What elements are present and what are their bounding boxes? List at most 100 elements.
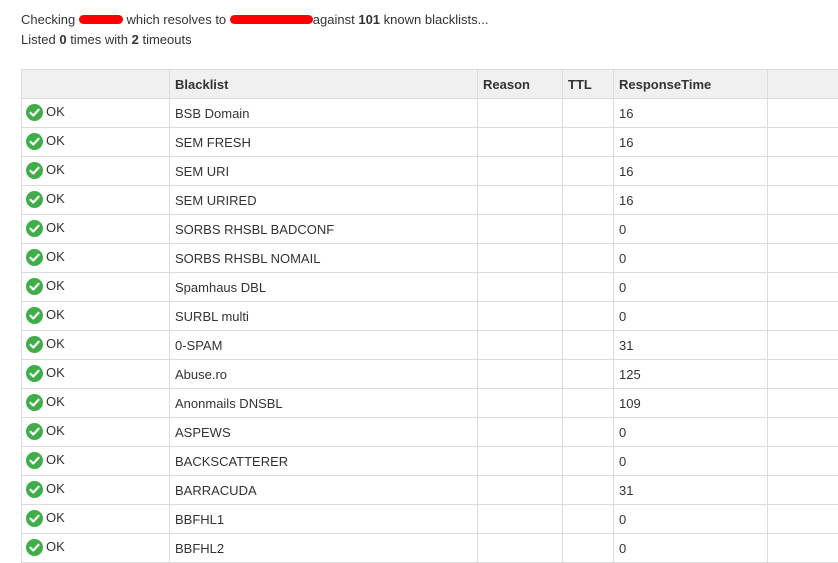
status-cell: OK: [22, 505, 170, 534]
extra-cell: [768, 244, 838, 273]
timeouts-text: timeouts: [142, 32, 191, 47]
blacklist-cell: SEM FRESH: [170, 128, 478, 157]
response-time-cell: 0: [614, 215, 768, 244]
response-time-cell: 0: [614, 302, 768, 331]
status-label: OK: [46, 307, 65, 322]
reason-cell: [478, 244, 563, 273]
status-cell: OK: [22, 302, 170, 331]
checking-line: Checking which resolves to against 101 k…: [21, 10, 488, 30]
blacklist-cell: Anonmails DNSBL: [170, 389, 478, 418]
extra-cell: [768, 534, 838, 563]
check-circle-icon: [26, 133, 43, 150]
table-row: OKASPEWS0: [22, 418, 838, 447]
column-header-ttl: TTL: [563, 70, 614, 99]
response-time-cell: 0: [614, 244, 768, 273]
reason-cell: [478, 302, 563, 331]
reason-cell: [478, 389, 563, 418]
ttl-cell: [563, 476, 614, 505]
status-cell: OK: [22, 331, 170, 360]
ttl-cell: [563, 99, 614, 128]
ttl-cell: [563, 534, 614, 563]
blacklist-cell: ASPEWS: [170, 418, 478, 447]
checking-prefix: Checking: [21, 12, 75, 27]
table-row: OKAnonmails DNSBL109: [22, 389, 838, 418]
status-cell: OK: [22, 157, 170, 186]
blacklist-cell: SEM URI: [170, 157, 478, 186]
status-cell: OK: [22, 99, 170, 128]
check-circle-icon: [26, 365, 43, 382]
blacklist-cell: BSB Domain: [170, 99, 478, 128]
column-header-status: [22, 70, 170, 99]
check-circle-icon: [26, 423, 43, 440]
extra-cell: [768, 273, 838, 302]
check-circle-icon: [26, 394, 43, 411]
check-circle-icon: [26, 191, 43, 208]
status-label: OK: [46, 104, 65, 119]
table-row: OKSORBS RHSBL NOMAIL0: [22, 244, 838, 273]
status-cell: OK: [22, 447, 170, 476]
status-cell: OK: [22, 215, 170, 244]
ttl-cell: [563, 360, 614, 389]
check-circle-icon: [26, 307, 43, 324]
status-label: OK: [46, 394, 65, 409]
table-row: OKSEM FRESH16: [22, 128, 838, 157]
check-circle-icon: [26, 220, 43, 237]
extra-cell: [768, 186, 838, 215]
blacklist-cell: SORBS RHSBL BADCONF: [170, 215, 478, 244]
reason-cell: [478, 534, 563, 563]
check-circle-icon: [26, 481, 43, 498]
column-header-blacklist: Blacklist: [170, 70, 478, 99]
times-with-text: times with: [70, 32, 128, 47]
known-blacklists-text: known blacklists...: [384, 12, 489, 27]
table-row: OKAbuse.ro125: [22, 360, 838, 389]
status-cell: OK: [22, 244, 170, 273]
check-circle-icon: [26, 452, 43, 469]
extra-cell: [768, 302, 838, 331]
response-time-cell: 0: [614, 534, 768, 563]
status-label: OK: [46, 452, 65, 467]
table-row: OKSpamhaus DBL0: [22, 273, 838, 302]
check-summary: Checking which resolves to against 101 k…: [21, 10, 488, 50]
table-row: OKSORBS RHSBL BADCONF 0: [22, 215, 838, 244]
ttl-cell: [563, 244, 614, 273]
table-header-row: Blacklist Reason TTL ResponseTime: [22, 70, 838, 99]
table-row: OKSEM URIRED16: [22, 186, 838, 215]
blacklist-results-table: Blacklist Reason TTL ResponseTime OKBSB …: [21, 69, 838, 563]
listed-prefix: Listed: [21, 32, 56, 47]
status-label: OK: [46, 191, 65, 206]
reason-cell: [478, 447, 563, 476]
response-time-cell: 0: [614, 505, 768, 534]
extra-cell: [768, 157, 838, 186]
reason-cell: [478, 99, 563, 128]
reason-cell: [478, 360, 563, 389]
table-row: OKSEM URI16: [22, 157, 838, 186]
check-circle-icon: [26, 510, 43, 527]
status-label: OK: [46, 278, 65, 293]
response-time-cell: 16: [614, 128, 768, 157]
listed-line: Listed 0 times with 2 timeouts: [21, 30, 488, 50]
status-cell: OK: [22, 418, 170, 447]
blacklist-cell: BACKSCATTERER: [170, 447, 478, 476]
ttl-cell: [563, 128, 614, 157]
extra-cell: [768, 418, 838, 447]
ttl-cell: [563, 505, 614, 534]
ttl-cell: [563, 157, 614, 186]
reason-cell: [478, 186, 563, 215]
status-cell: OK: [22, 186, 170, 215]
response-time-cell: 31: [614, 331, 768, 360]
resolves-text: which resolves to: [126, 12, 226, 27]
blacklist-cell: Spamhaus DBL: [170, 273, 478, 302]
extra-cell: [768, 476, 838, 505]
ttl-cell: [563, 389, 614, 418]
blacklist-cell: SURBL multi: [170, 302, 478, 331]
response-time-cell: 0: [614, 447, 768, 476]
table-row: OKBSB Domain16: [22, 99, 838, 128]
reason-cell: [478, 128, 563, 157]
blacklist-cell: BBFHL2: [170, 534, 478, 563]
extra-cell: [768, 389, 838, 418]
table-row: OKBARRACUDA31: [22, 476, 838, 505]
extra-cell: [768, 505, 838, 534]
response-time-cell: 125: [614, 360, 768, 389]
status-label: OK: [46, 423, 65, 438]
blacklist-cell: Abuse.ro: [170, 360, 478, 389]
